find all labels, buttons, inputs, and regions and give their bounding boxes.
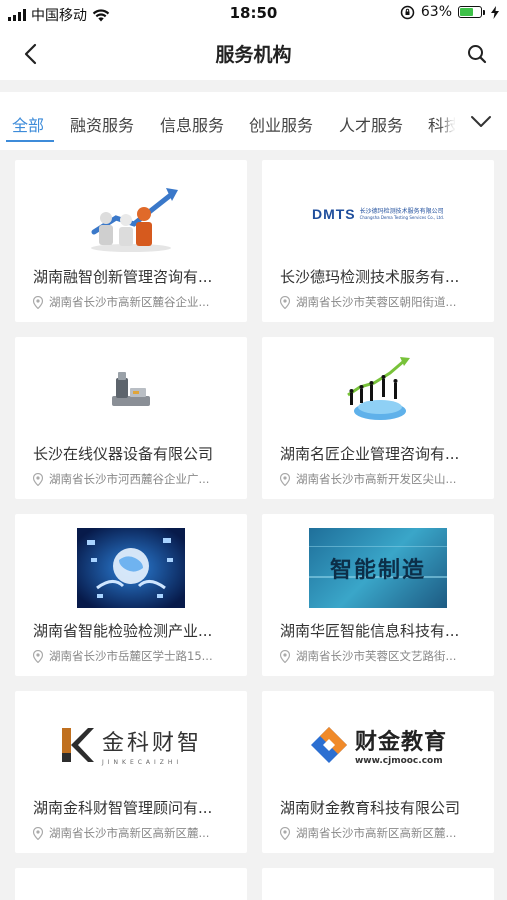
location-pin-icon (280, 295, 290, 309)
expand-tabs-button[interactable] (455, 92, 507, 150)
address-text: 湖南省长沙市芙蓉区朝阳街道... (296, 295, 457, 309)
dmts-logo-text: DMTS (311, 206, 356, 222)
jinke-logo: 金科财智 JINKECAIZHI (15, 699, 247, 791)
success-figures-image (262, 345, 494, 437)
globe-hands-image (15, 522, 247, 614)
caijin-logo-text: 财金教育 (354, 730, 447, 755)
institution-card[interactable]: 金科财智 JINKECAIZHI 湖南金科财智管理顾问有... 湖南省长沙市高新… (15, 691, 247, 853)
institution-card[interactable]: 湖南融智创新管理咨询有... 湖南省长沙市高新区麓谷企业... (15, 160, 247, 322)
institution-name: 长沙在线仪器设备有限公司 (33, 445, 214, 463)
location-pin-icon (33, 826, 43, 840)
institution-card[interactable]: 长沙在线仪器设备有限公司 湖南省长沙市河西麓谷企业广... (15, 337, 247, 499)
tab-information[interactable]: 信息服务 (160, 112, 224, 136)
location-pin-icon (280, 649, 290, 663)
institution-name: 长沙德玛检测技术服务有... (280, 268, 460, 286)
orientation-lock-icon (400, 5, 415, 19)
jinke-k-mark (61, 728, 94, 762)
institution-name: 湖南融智创新管理咨询有... (33, 268, 213, 286)
tab-financing[interactable]: 融资服务 (70, 112, 134, 136)
battery-percent: 63% (420, 4, 452, 20)
institution-address: 湖南省长沙市高新区高新区麓... (33, 825, 233, 841)
smart-manufacturing-image: 智能制造 (262, 522, 494, 614)
tab-list: 全部 融资服务 信息服务 创业服务 人才服务 科技 (0, 92, 455, 150)
search-button[interactable] (461, 38, 493, 70)
category-tab-bar: 全部 融资服务 信息服务 创业服务 人才服务 科技 (0, 92, 507, 150)
institution-card[interactable]: DMTS 长沙德玛检测技术服务有限公司 Changsha Dema Testin… (262, 160, 494, 322)
address-text: 湖南省长沙市岳麓区学士路15... (49, 649, 213, 663)
institution-name: 湖南华匠智能信息科技有... (280, 622, 460, 640)
instrument-image (15, 345, 247, 437)
battery-icon (458, 6, 485, 18)
institution-address: 湖南省长沙市芙蓉区朝阳街道... (280, 294, 480, 310)
smart-manufacturing-text: 智能制造 (329, 558, 426, 583)
institution-address: 湖南省长沙市芙蓉区文艺路街... (280, 648, 480, 664)
caijin-logo-subtext: www.cjmooc.com (354, 756, 443, 766)
status-bar: 中国移动 18:50 63% (0, 0, 507, 28)
institution-address: 湖南省长沙市岳麓区学士路15... (33, 648, 233, 664)
address-text: 湖南省长沙市高新开发区尖山... (296, 472, 457, 486)
location-pin-icon (33, 472, 43, 486)
jinke-logo-subtext: JINKECAIZHI (101, 758, 183, 766)
dmts-logo-subtext: 长沙德玛检测技术服务有限公司 (359, 207, 444, 215)
address-text: 湖南省长沙市芙蓉区文艺路街... (296, 649, 457, 663)
institution-name: 湖南财金教育科技有限公司 (280, 799, 461, 817)
tab-technology[interactable]: 科技 (428, 112, 455, 136)
dmts-logo: DMTS 长沙德玛检测技术服务有限公司 Changsha Dema Testin… (262, 168, 494, 260)
address-text: 湖南省长沙市高新区高新区麓... (296, 826, 457, 840)
status-right: 63% (400, 4, 499, 20)
institution-card[interactable]: 智能制造 湖南华匠智能信息科技有... 湖南省长沙市芙蓉区文艺路街... (262, 514, 494, 676)
location-pin-icon (280, 826, 290, 840)
location-pin-icon (33, 649, 43, 663)
institution-name: 湖南省智能检验检测产业... (33, 622, 213, 640)
nav-bar: 服务机构 (0, 28, 507, 80)
institution-card-partial[interactable] (262, 868, 494, 900)
institution-card[interactable]: 湖南省智能检验检测产业... 湖南省长沙市岳麓区学士路15... (15, 514, 247, 676)
institution-address: 湖南省长沙市河西麓谷企业广... (33, 471, 233, 487)
location-pin-icon (33, 295, 43, 309)
dmts-logo-subtext-en: Changsha Dema Testing Services Co., Ltd. (359, 214, 445, 220)
active-tab-indicator (6, 140, 54, 142)
tab-talent[interactable]: 人才服务 (339, 112, 403, 136)
institution-card[interactable]: 湖南名匠企业管理咨询有... 湖南省长沙市高新开发区尖山... (262, 337, 494, 499)
institution-card[interactable]: 财金教育 www.cjmooc.com 湖南财金教育科技有限公司 湖南省长沙市高… (262, 691, 494, 853)
institution-address: 湖南省长沙市高新区高新区麓... (280, 825, 480, 841)
caijin-diamond-mark (310, 727, 347, 763)
address-text: 湖南省长沙市高新区高新区麓... (49, 826, 210, 840)
institution-address: 湖南省长沙市高新区麓谷企业... (33, 294, 233, 310)
institution-name: 湖南名匠企业管理咨询有... (280, 445, 460, 463)
jinke-logo-text: 金科财智 (101, 730, 202, 756)
institution-address: 湖南省长沙市高新开发区尖山... (280, 471, 480, 487)
location-pin-icon (280, 472, 290, 486)
institution-card-partial[interactable] (15, 868, 247, 900)
address-text: 湖南省长沙市河西麓谷企业广... (49, 472, 210, 486)
page-title: 服务机构 (215, 44, 292, 66)
tab-all[interactable]: 全部 (12, 112, 44, 136)
institution-name: 湖南金科财智管理顾问有... (33, 799, 213, 817)
search-icon (468, 45, 487, 64)
business-people-image (15, 168, 247, 260)
chevron-down-icon (471, 115, 491, 127)
tab-entrepreneurship[interactable]: 创业服务 (249, 112, 313, 136)
caijin-logo: 财金教育 www.cjmooc.com (262, 699, 494, 791)
address-text: 湖南省长沙市高新区麓谷企业... (49, 295, 210, 309)
charging-icon (491, 5, 499, 19)
